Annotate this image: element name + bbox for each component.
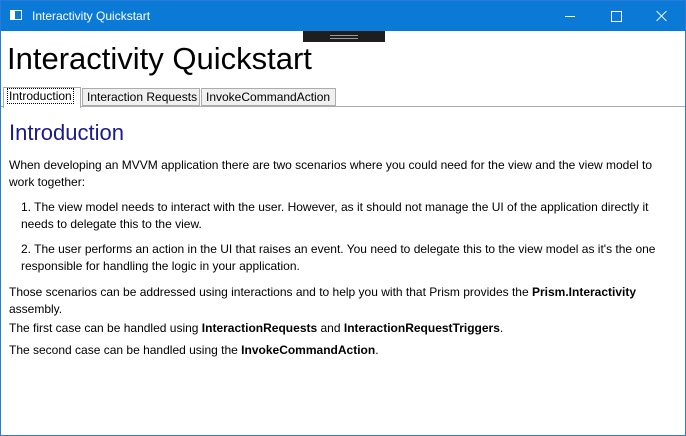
text-run: assembly.	[9, 302, 63, 316]
scenarios-paragraph: Those scenarios can be addressed using i…	[9, 284, 679, 318]
close-icon	[656, 10, 668, 22]
text-run: .	[499, 321, 504, 335]
text-run: The second case can be handled using the	[9, 343, 242, 357]
tab-content-introduction: Introduction When developing an MVVM app…	[1, 106, 685, 435]
first-case-paragraph: The first case can be handled using Inte…	[9, 320, 679, 337]
tab-label: InvokeCommandAction	[206, 90, 331, 104]
text-run: .	[375, 343, 379, 357]
maximize-icon	[610, 10, 622, 22]
title-bar[interactable]: Interactivity Quickstart	[1, 1, 685, 31]
bold-term: Prism.Interactivity	[531, 285, 637, 299]
tab-label: Interaction Requests	[87, 90, 198, 104]
tab-label: Introduction	[7, 88, 74, 104]
list-item: 1. The view model needs to interact with…	[21, 200, 649, 231]
list-item: 2. The user performs an action in the UI…	[21, 242, 656, 273]
tab-strip: Introduction Interaction Requests Invoke…	[1, 87, 685, 108]
text-run: The first case can be handled using	[9, 321, 202, 335]
debug-toolbar-handle[interactable]	[303, 31, 385, 42]
text-run: and	[317, 321, 344, 335]
window-icon[interactable]	[10, 10, 22, 20]
close-button[interactable]	[639, 1, 685, 31]
window-title: Interactivity Quickstart	[32, 9, 151, 23]
minimize-button[interactable]	[547, 1, 593, 31]
bold-term: InvokeCommandAction	[241, 343, 376, 357]
page-title: Interactivity Quickstart	[7, 41, 312, 76]
tab-introduction[interactable]: Introduction	[3, 87, 81, 108]
tab-invoke-command-action[interactable]: InvokeCommandAction	[201, 88, 336, 106]
second-case-paragraph: The second case can be handled using the…	[9, 342, 679, 359]
bold-term: InteractionRequests	[201, 321, 318, 335]
minimize-icon	[565, 15, 575, 17]
tab-interaction-requests[interactable]: Interaction Requests	[82, 88, 200, 106]
content-heading: Introduction	[9, 120, 124, 145]
bold-term: InteractionRequestTriggers	[343, 321, 500, 335]
text-run: Those scenarios can be addressed using i…	[9, 285, 532, 299]
app-window: Interactivity Quickstart Interactivity Q…	[0, 0, 686, 436]
maximize-button[interactable]	[593, 1, 639, 31]
intro-paragraph: When developing an MVVM application ther…	[9, 158, 653, 189]
